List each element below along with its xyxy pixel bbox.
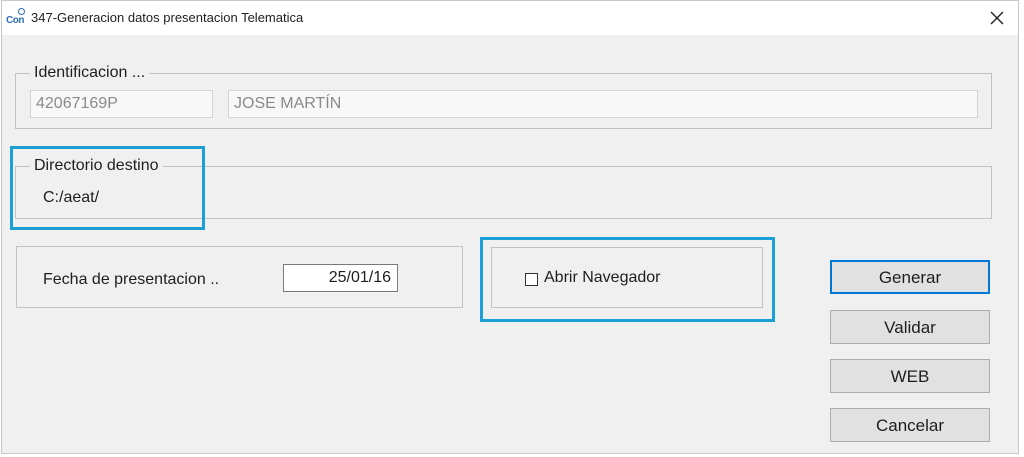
nif-field: 42067169P xyxy=(30,90,213,118)
generar-button[interactable]: Generar xyxy=(830,260,990,294)
navegador-highlight xyxy=(480,237,775,322)
directorio-highlight xyxy=(10,146,205,230)
cancelar-button[interactable]: Cancelar xyxy=(830,408,990,442)
fecha-input[interactable]: 25/01/16 xyxy=(283,264,398,292)
window-title: 347-Generacion datos presentacion Telema… xyxy=(31,10,304,25)
web-button[interactable]: WEB xyxy=(830,359,990,393)
close-icon xyxy=(990,11,1004,25)
identificacion-legend: Identificacion ... xyxy=(30,64,150,82)
nombre-field: JOSE MARTÍN xyxy=(228,90,978,118)
dialog-window: Con 347-Generacion datos presentacion Te… xyxy=(1,0,1019,454)
close-button[interactable] xyxy=(986,7,1008,29)
app-icon: Con xyxy=(6,8,28,28)
fecha-label: Fecha de presentacion .. xyxy=(43,271,220,288)
title-bar: Con 347-Generacion datos presentacion Te… xyxy=(2,1,1018,35)
app-icon-label: Con xyxy=(6,15,24,26)
validar-button[interactable]: Validar xyxy=(830,310,990,344)
